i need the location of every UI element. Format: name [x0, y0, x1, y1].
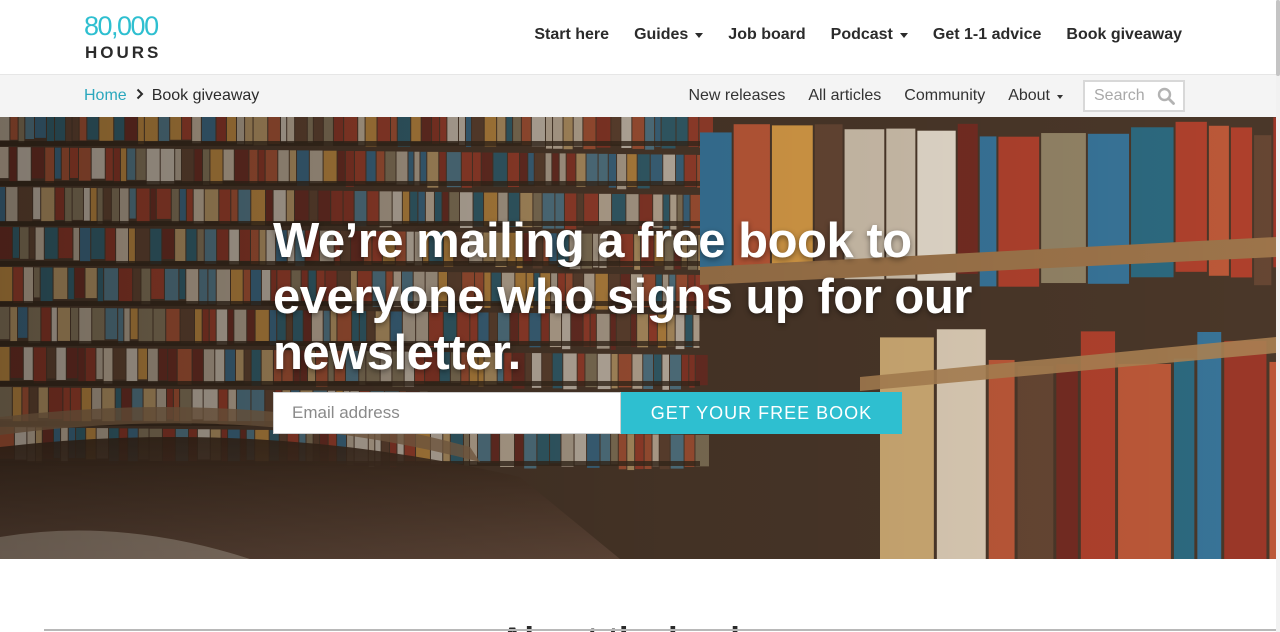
- breadcrumb: Home Book giveaway: [84, 87, 259, 105]
- nav-guides-label: Guides: [634, 26, 689, 43]
- secondary-nav: New releases All articles Community Abou…: [688, 80, 1185, 112]
- search-icon[interactable]: [1157, 87, 1175, 105]
- caret-down-icon: [1057, 94, 1063, 99]
- sub-header: Home Book giveaway New releases All arti…: [0, 74, 1276, 117]
- nav-about-label: About: [1008, 87, 1050, 104]
- nav-community[interactable]: Community: [904, 87, 985, 105]
- content-section: About the book: [0, 559, 1276, 632]
- nav-new-releases[interactable]: New releases: [688, 87, 785, 105]
- nav-all-articles[interactable]: All articles: [808, 87, 881, 105]
- logo-word: HOURS: [85, 43, 162, 62]
- site-logo[interactable]: 80,000 HOURS: [84, 12, 164, 64]
- newsletter-signup-form: GET YOUR FREE BOOK: [273, 392, 902, 434]
- get-free-book-button[interactable]: GET YOUR FREE BOOK: [621, 392, 902, 434]
- divider: [44, 629, 1276, 631]
- caret-down-icon: [899, 33, 908, 38]
- hero-banner: We’re mailing a free book to everyone wh…: [0, 117, 1276, 559]
- email-input[interactable]: [273, 392, 621, 434]
- breadcrumb-home-link[interactable]: Home: [84, 87, 127, 105]
- nav-book-giveaway-label: Book giveaway: [1066, 26, 1182, 43]
- main-nav: Start here Guides Job board Podcast Get …: [534, 26, 1182, 44]
- nav-job-board-label: Job board: [728, 26, 806, 43]
- nav-book-giveaway[interactable]: Book giveaway: [1066, 26, 1182, 44]
- breadcrumb-current: Book giveaway: [151, 87, 260, 104]
- nav-job-board[interactable]: Job board: [728, 26, 805, 44]
- chevron-right-icon: [136, 87, 144, 105]
- logo-number: 80,000: [84, 11, 159, 41]
- top-header: 80,000 HOURS Start here Guides Job board…: [0, 0, 1276, 74]
- caret-down-icon: [695, 33, 704, 38]
- nav-get-advice-label: Get 1-1 advice: [932, 26, 1042, 43]
- hero-title: We’re mailing a free book to everyone wh…: [273, 214, 972, 380]
- nav-about[interactable]: About: [1008, 87, 1063, 105]
- scrollbar[interactable]: [1276, 0, 1280, 632]
- nav-guides[interactable]: Guides: [634, 26, 704, 44]
- nav-podcast[interactable]: Podcast: [831, 26, 908, 44]
- search-input[interactable]: [1085, 82, 1157, 110]
- nav-start-here[interactable]: Start here: [534, 26, 609, 44]
- nav-get-advice[interactable]: Get 1-1 advice: [933, 26, 1042, 44]
- nav-start-here-label: Start here: [534, 26, 610, 43]
- scrollbar-thumb[interactable]: [1276, 0, 1280, 76]
- search-box: [1083, 80, 1185, 112]
- nav-podcast-label: Podcast: [830, 26, 893, 43]
